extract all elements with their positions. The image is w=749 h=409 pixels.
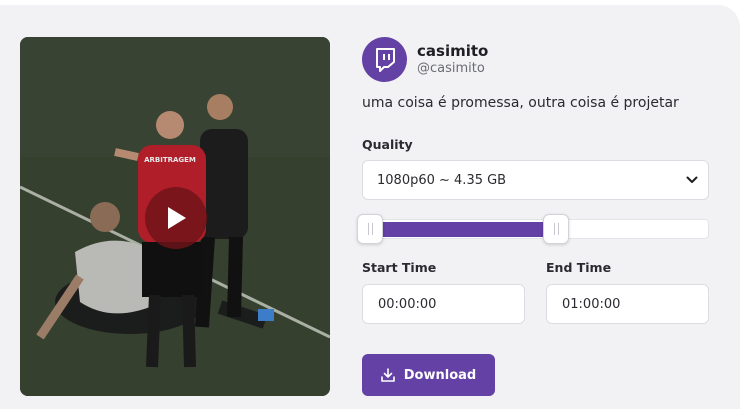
end-time-label: End Time	[546, 260, 612, 275]
range-start-handle[interactable]	[357, 214, 383, 244]
quality-selected-value: 1080p60 ~ 4.35 GB	[377, 172, 507, 188]
play-icon	[168, 207, 186, 229]
download-button[interactable]: Download	[362, 354, 495, 396]
channel-name[interactable]: casimito	[417, 42, 488, 60]
channel-avatar[interactable]	[362, 37, 407, 82]
end-time-input[interactable]	[546, 284, 709, 324]
twitch-logo-icon	[375, 47, 395, 72]
grip-icon	[367, 223, 373, 235]
channel-handle: @casimito	[417, 61, 485, 76]
referee-shirt-text: ARBITRAGEM	[144, 156, 196, 164]
start-time-input[interactable]	[362, 284, 525, 324]
quality-select[interactable]: 1080p60 ~ 4.35 GB	[362, 160, 709, 200]
quality-label: Quality	[362, 137, 413, 152]
chevron-down-icon	[686, 176, 698, 183]
play-button[interactable]	[145, 187, 207, 249]
grip-icon	[553, 223, 559, 235]
time-range-slider[interactable]	[357, 214, 709, 244]
video-thumbnail[interactable]: ARBITRAGEM	[20, 37, 330, 396]
range-fill	[366, 222, 556, 237]
download-icon	[380, 368, 395, 382]
channel-info: casimito @casimito	[362, 37, 488, 82]
range-end-handle[interactable]	[543, 214, 569, 244]
video-title: uma coisa é promessa, outra coisa é proj…	[362, 95, 679, 111]
download-label: Download	[403, 367, 477, 383]
start-time-label: Start Time	[362, 260, 437, 275]
